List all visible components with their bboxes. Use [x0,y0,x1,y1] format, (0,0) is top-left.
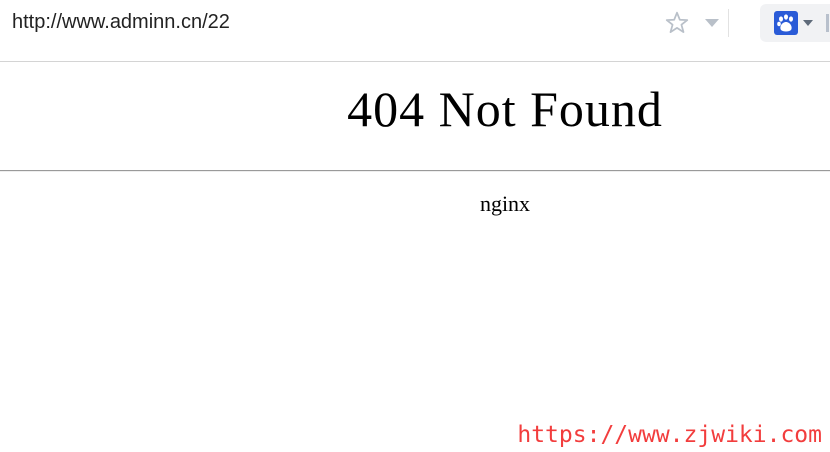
toolbar-overflow-edge [826,14,829,32]
toolbar-divider [728,9,729,37]
url-field[interactable]: http://www.adminn.cn/22 [12,11,230,34]
error-heading: 404 Not Found [347,81,663,137]
chevron-down-icon[interactable] [703,17,721,29]
watermark-text: https://www.zjwiki.com [517,422,822,448]
star-icon[interactable] [664,10,690,36]
extension-button[interactable] [760,4,830,42]
server-name: nginx [479,191,531,216]
divider-rule [0,170,830,172]
browser-address-bar: http://www.adminn.cn/22 [0,0,830,62]
baidu-paw-icon [774,11,798,35]
caret-down-icon [803,20,813,26]
page-content: 404 Not Found nginx [0,63,830,452]
